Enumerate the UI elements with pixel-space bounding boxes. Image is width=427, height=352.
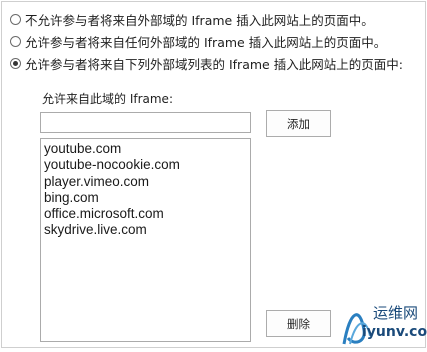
list-item[interactable]: youtube.com <box>44 141 247 157</box>
allow-domain-label: 允许来自此域的 Iframe: <box>42 92 173 106</box>
option-allow-list[interactable]: 允许参与者将来自下列外部域列表的 Iframe 插入此网站上的页面中: <box>10 54 403 72</box>
radio-disallow[interactable] <box>10 13 21 25</box>
list-item[interactable]: youtube-nocookie.com <box>44 157 247 173</box>
list-item[interactable]: office.microsoft.com <box>44 206 247 222</box>
option-allow-any-label: 允许参与者将来自任何外部域的 Iframe 插入此网站上的页面中。 <box>25 34 387 50</box>
list-item[interactable]: bing.com <box>44 190 247 206</box>
add-button[interactable]: 添加 <box>266 110 331 137</box>
watermark-name: 运维网 <box>373 304 419 322</box>
option-disallow[interactable]: 不允许参与者将来自外部域的 Iframe 插入此网站上的页面中。 <box>10 10 374 28</box>
list-item[interactable]: player.vimeo.com <box>44 174 247 190</box>
option-allow-any[interactable]: 允许参与者将来自任何外部域的 Iframe 插入此网站上的页面中。 <box>10 32 386 50</box>
list-item[interactable]: skydrive.live.com <box>44 222 247 238</box>
watermark-logo: 运维网 iyunv.com <box>340 300 427 348</box>
option-allow-list-label: 允许参与者将来自下列外部域列表的 Iframe 插入此网站上的页面中: <box>25 56 403 72</box>
radio-allow-list[interactable] <box>10 57 21 69</box>
domain-listbox[interactable]: youtube.com youtube-nocookie.com player.… <box>40 138 251 342</box>
domain-input[interactable] <box>40 112 251 133</box>
watermark-url: iyunv.com <box>362 324 427 340</box>
settings-panel: 不允许参与者将来自外部域的 Iframe 插入此网站上的页面中。 允许参与者将来… <box>1 1 426 348</box>
radio-allow-any[interactable] <box>10 35 21 47</box>
delete-button[interactable]: 删除 <box>266 310 331 337</box>
option-disallow-label: 不允许参与者将来自外部域的 Iframe 插入此网站上的页面中。 <box>25 12 374 28</box>
